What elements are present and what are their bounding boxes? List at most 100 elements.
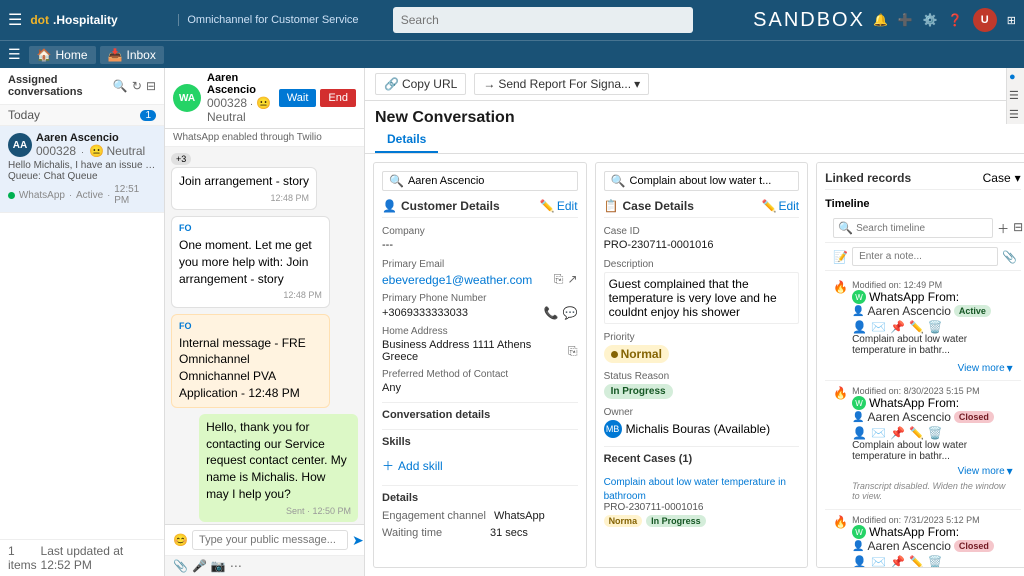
convo-sentiment: Neutral [107, 144, 146, 158]
settings-icon[interactable]: ⚙️ [923, 13, 938, 27]
priority-value: Normal [604, 345, 800, 363]
email-link[interactable]: ebeveredge1@weather.com [382, 273, 532, 287]
tl-action-2-5[interactable]: 🗑️ [928, 426, 943, 440]
add-icon-tl[interactable]: ＋ [997, 220, 1009, 237]
global-search[interactable] [393, 7, 693, 33]
dropdown-icon-lr[interactable]: ▾ [1015, 171, 1021, 185]
expand-icon[interactable]: ⊞ [1007, 14, 1016, 27]
copy-url-button[interactable]: 🔗 Copy URL [375, 73, 466, 95]
send-report-button[interactable]: → Send Report For Signa... ▾ [474, 73, 649, 95]
three-columns: 🔍 👤 Customer Details ✏️ Edit Company ---… [365, 154, 1024, 576]
convo-info: Aaren Ascencio 000328 · 😐 Neutral [36, 132, 145, 158]
chat-icon-2[interactable]: 🎤 [192, 559, 207, 573]
end-button[interactable]: End [320, 89, 356, 107]
skills-title: Skills [382, 429, 578, 448]
help-icon[interactable]: ❓ [948, 13, 963, 27]
copy-icon-sm[interactable]: ⎘ [554, 272, 564, 287]
nav-item-inbox[interactable]: 📥 Inbox [100, 46, 164, 64]
tl-action-2-3[interactable]: 📌 [890, 426, 905, 440]
timeline-items: 🔥 Modified on: 12:49 PM W WhatsApp From:… [825, 271, 1021, 568]
send-button[interactable]: ➤ [352, 532, 364, 549]
sms-icon[interactable]: 💬 [563, 306, 578, 320]
right-icon-1[interactable]: ● [1009, 71, 1022, 83]
company-value: --- [382, 239, 578, 251]
tl-action-3[interactable]: 📌 [890, 320, 905, 334]
tl-status-badge-1: Active [954, 305, 991, 317]
note-input[interactable] [852, 247, 998, 266]
email-label: Primary Email [382, 259, 578, 270]
search-input[interactable] [393, 7, 693, 33]
bell-icon[interactable]: 🔔 [873, 13, 888, 27]
user-avatar[interactable]: U [973, 8, 997, 32]
tl-status-badge-3: Closed [954, 540, 994, 552]
tl-action-2-4[interactable]: ✏️ [909, 426, 924, 440]
recent-case-id: PRO-230711-0001016 [604, 502, 800, 513]
today-label: Today [8, 108, 40, 122]
conversation-item[interactable]: AA Aaren Ascencio 000328 · 😐 Neutral Hel… [0, 126, 164, 213]
refresh-icon[interactable]: ↻ [132, 79, 142, 93]
nav-item-home[interactable]: 🏠 Home [29, 46, 96, 64]
tl-view-more-2[interactable]: View more ▾ [852, 464, 1013, 478]
right-icon-3[interactable]: ☰ [1009, 108, 1022, 121]
filter-icon[interactable]: ⊟ [146, 79, 156, 93]
case-search[interactable]: 🔍 [604, 171, 800, 191]
timeline-search-input[interactable] [856, 223, 988, 234]
tl-action-3-1[interactable]: 👤 [852, 555, 867, 568]
wait-button[interactable]: Wait [279, 89, 317, 107]
message-item: FO One moment. Let me get you more help … [171, 216, 358, 308]
chat-icon-4[interactable]: ⋯ [230, 559, 242, 573]
tl-action-3-4[interactable]: ✏️ [909, 555, 924, 568]
plus-icon[interactable]: ➕ [898, 13, 913, 27]
phone-icon[interactable]: 📞 [544, 306, 559, 320]
tl-action-4[interactable]: ✏️ [909, 320, 924, 334]
customer-edit-button[interactable]: ✏️ Edit [540, 199, 578, 213]
menu-icon[interactable]: ☰ [8, 46, 21, 63]
app-module-name: Omnichannel for Customer Service [178, 14, 358, 26]
footer-count: 1 items [8, 544, 41, 572]
message-item: Hello, thank you for contacting our Serv… [171, 414, 358, 523]
priority-label: Priority [604, 332, 800, 343]
tl-action-5[interactable]: 🗑️ [928, 320, 943, 334]
tl-actions-3: 👤 ✉️ 📌 ✏️ 🗑️ [852, 555, 1013, 568]
timeline-item: 🔥 Modified on: 12:49 PM W WhatsApp From:… [825, 275, 1021, 381]
copy-address-icon[interactable]: ⎘ [568, 344, 578, 359]
engagement-value: WhatsApp [494, 510, 545, 522]
tl-actions-2: 👤 ✉️ 📌 ✏️ 🗑️ [852, 426, 1013, 440]
right-icon-2[interactable]: ☰ [1009, 89, 1022, 102]
chat-icon-3[interactable]: 📷 [211, 559, 226, 573]
add-skill-button[interactable]: ＋ Add skill [382, 454, 578, 477]
note-input-area: 📝 📎 [825, 243, 1021, 271]
tl-action-2-1[interactable]: 👤 [852, 426, 867, 440]
tl-action-3-5[interactable]: 🗑️ [928, 555, 943, 568]
chat-input-icon[interactable]: 😊 [173, 533, 188, 547]
tl-action-3-2[interactable]: ✉️ [871, 555, 886, 568]
fire-icon-3: 🔥 [833, 515, 848, 529]
chat-input[interactable] [192, 530, 348, 550]
tl-action-2-2[interactable]: ✉️ [871, 426, 886, 440]
customer-search-input[interactable] [408, 175, 571, 187]
filter-icon-tl[interactable]: ⊟ [1013, 220, 1023, 237]
case-edit-button[interactable]: ✏️ Edit [761, 199, 799, 213]
tl-action-3-3[interactable]: 📌 [890, 555, 905, 568]
open-icon-sm[interactable]: ↗ [568, 272, 578, 287]
tl-view-more-1[interactable]: View more ▾ [833, 361, 1013, 375]
search-icon[interactable]: 🔍 [113, 79, 128, 93]
hamburger-icon[interactable]: ☰ [8, 10, 22, 30]
recent-case-link[interactable]: Complain about low water temperature in … [604, 477, 786, 502]
outgoing-message: Hello, thank you for contacting our Serv… [199, 414, 358, 523]
chat-icon-1[interactable]: 📎 [173, 559, 188, 573]
phone-value: +3069333333033 [382, 307, 468, 319]
attach-icon[interactable]: 📎 [1002, 250, 1017, 264]
waiting-row: Waiting time 31 secs [382, 527, 578, 539]
case-search-input[interactable] [630, 175, 793, 187]
customer-search[interactable]: 🔍 [382, 171, 578, 191]
chat-footer-icons: 📎 🎤 📷 ⋯ [173, 559, 242, 573]
description-value: Guest complained that the temperature is… [604, 272, 800, 324]
person-icon-2: 👤 [852, 412, 864, 423]
tl-action-1[interactable]: 👤 [852, 320, 867, 334]
tl-action-2[interactable]: ✉️ [871, 320, 886, 334]
tab-details[interactable]: Details [375, 127, 438, 153]
timeline-search[interactable]: 🔍 [833, 218, 993, 238]
details-section-title: Details [382, 485, 578, 504]
address-row: Business Address 1111 Athens Greece ⎘ [382, 339, 578, 363]
